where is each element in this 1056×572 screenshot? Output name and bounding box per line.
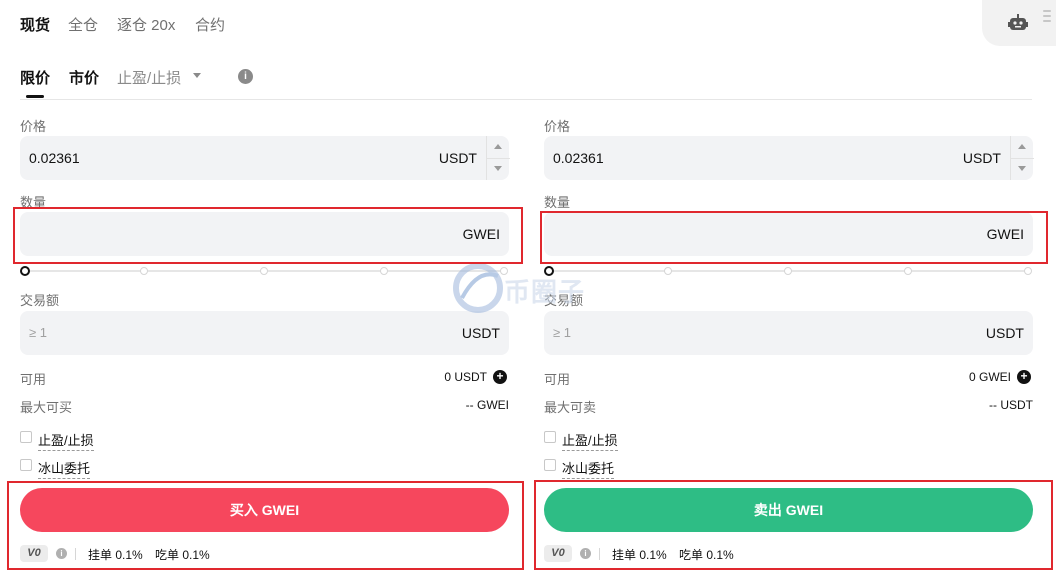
available-label: 可用 xyxy=(544,372,571,387)
buy-price-input[interactable]: 0.02361 USDT xyxy=(20,136,510,180)
taker-fee: 吃单 0.1% xyxy=(155,548,210,562)
price-unit: USDT xyxy=(962,150,1001,166)
watermark-text: 币圈子 xyxy=(504,277,586,307)
price-value: 0.02361 xyxy=(553,150,604,166)
maker-fee: 挂单 0.1% xyxy=(612,548,667,562)
arrow-up-icon[interactable] xyxy=(494,144,502,149)
arrow-down-icon[interactable] xyxy=(494,166,502,171)
sell-amount-input[interactable]: GWEI xyxy=(544,212,1033,256)
available-value: 0 USDT xyxy=(444,370,487,384)
checkbox[interactable] xyxy=(20,459,32,471)
taker-fee: 吃单 0.1% xyxy=(679,548,734,562)
vip-badge[interactable]: V0 xyxy=(20,545,48,562)
total-unit: USDT xyxy=(461,325,500,341)
tp-sl-label[interactable]: 止盈/止损 xyxy=(562,430,618,451)
iceberg-label[interactable]: 冰山委托 xyxy=(38,458,91,479)
arrow-up-icon[interactable] xyxy=(1018,144,1026,149)
buy-panel: 价格 0.02361 USDT 数量 GWEI 交易额 ≥ 1 USDT 可用 … xyxy=(20,0,510,572)
price-stepper[interactable] xyxy=(1010,136,1034,180)
vip-badge[interactable]: V0 xyxy=(544,545,572,562)
total-placeholder: ≥ 1 xyxy=(553,325,571,340)
price-value: 0.02361 xyxy=(29,150,80,166)
slider-tick[interactable] xyxy=(1024,267,1032,275)
slider-tick[interactable] xyxy=(664,267,672,275)
price-stepper[interactable] xyxy=(486,136,510,180)
slider-tick[interactable] xyxy=(784,267,792,275)
max-sell-value: -- USDT xyxy=(989,398,1033,412)
amount-label: 数量 xyxy=(20,195,47,210)
tp-sl-label[interactable]: 止盈/止损 xyxy=(38,430,94,451)
arrow-down-icon[interactable] xyxy=(1018,166,1026,171)
buy-button[interactable]: 买入 GWEI xyxy=(20,488,509,532)
total-unit: USDT xyxy=(985,325,1024,341)
available-label: 可用 xyxy=(20,372,47,387)
buy-amount-input[interactable]: GWEI xyxy=(20,212,509,256)
checkbox[interactable] xyxy=(20,431,32,443)
info-icon[interactable]: i xyxy=(580,548,591,559)
price-label: 价格 xyxy=(544,119,571,134)
price-label: 价格 xyxy=(20,119,47,134)
max-buy-label: 最大可买 xyxy=(20,400,73,415)
watermark-logo: 币圈子 xyxy=(452,258,602,318)
slider-tick[interactable] xyxy=(140,267,148,275)
slider-tick[interactable] xyxy=(380,267,388,275)
sell-amount-slider[interactable] xyxy=(544,264,1033,278)
sell-price-input[interactable]: 0.02361 USDT xyxy=(544,136,1034,180)
info-icon[interactable]: i xyxy=(56,548,67,559)
amount-label: 数量 xyxy=(544,195,571,210)
checkbox[interactable] xyxy=(544,431,556,443)
available-value: 0 GWEI xyxy=(968,370,1011,384)
slider-tick[interactable] xyxy=(904,267,912,275)
buy-total-input[interactable]: ≥ 1 USDT xyxy=(20,311,509,355)
total-label: 交易额 xyxy=(20,293,60,308)
sell-button[interactable]: 卖出 GWEI xyxy=(544,488,1033,532)
menu-icon[interactable] xyxy=(1043,10,1051,24)
iceberg-label[interactable]: 冰山委托 xyxy=(562,458,615,479)
sell-panel: 价格 0.02361 USDT 数量 GWEI 交易额 ≥ 1 USDT 可用 … xyxy=(544,0,1034,572)
buy-amount-slider[interactable] xyxy=(20,264,509,278)
maker-fee: 挂单 0.1% xyxy=(88,548,143,562)
max-sell-label: 最大可卖 xyxy=(544,400,597,415)
slider-tick[interactable] xyxy=(260,267,268,275)
price-unit: USDT xyxy=(438,150,477,166)
watermark-icon xyxy=(453,263,503,313)
plus-icon[interactable]: + xyxy=(1017,370,1031,384)
fee-info-row: V0 i 挂单 0.1% 吃单 0.1% xyxy=(544,545,844,563)
slider-handle[interactable] xyxy=(20,266,30,276)
plus-icon[interactable]: + xyxy=(493,370,507,384)
sell-total-input[interactable]: ≥ 1 USDT xyxy=(544,311,1033,355)
fee-info-row: V0 i 挂单 0.1% 吃单 0.1% xyxy=(20,545,320,563)
amount-unit: GWEI xyxy=(986,226,1024,242)
amount-unit: GWEI xyxy=(462,226,500,242)
max-buy-value: -- GWEI xyxy=(465,398,509,412)
total-placeholder: ≥ 1 xyxy=(29,325,47,340)
checkbox[interactable] xyxy=(544,459,556,471)
